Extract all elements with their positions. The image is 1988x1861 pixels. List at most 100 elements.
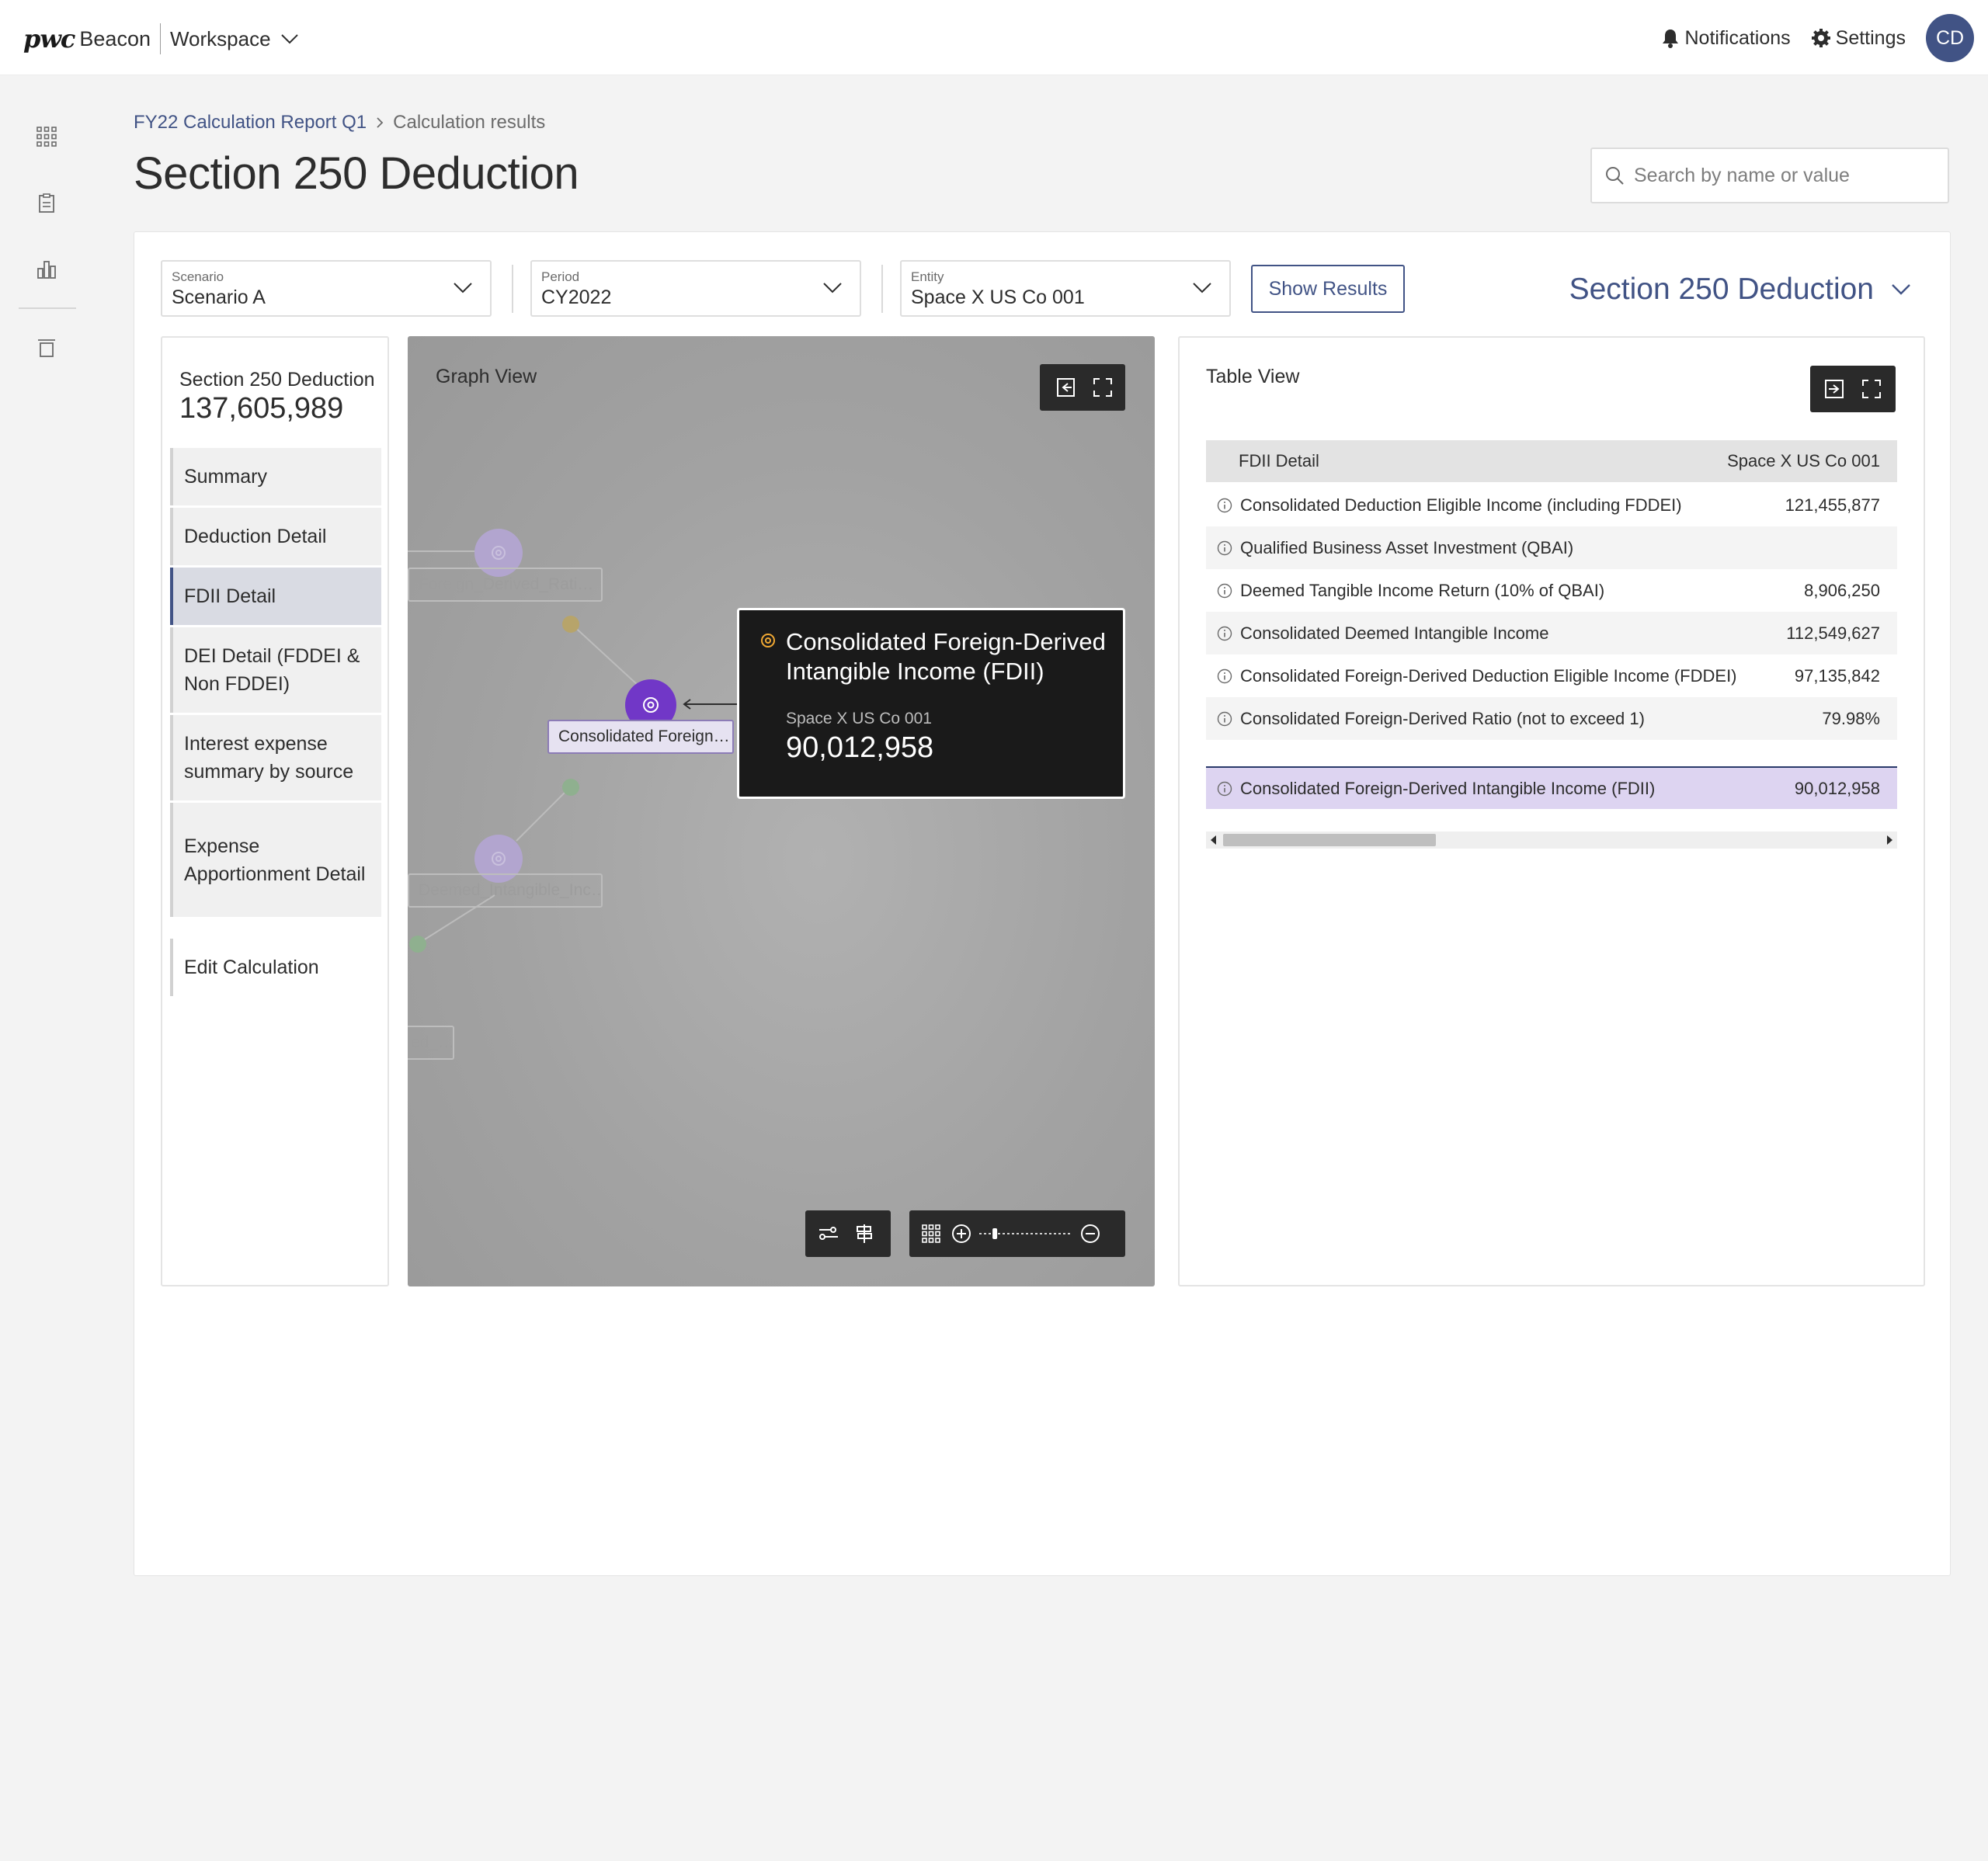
scenario-dropdown[interactable]: Scenario Scenario A	[161, 260, 492, 317]
nav-title: Section 250 Deduction	[179, 369, 375, 391]
nav-item-expense-apportionment[interactable]: Expense Apportionment Detail	[170, 803, 381, 917]
table-row[interactable]: Consolidated Foreign-Derived Ratio (not …	[1206, 697, 1897, 740]
brand-name: Beacon	[79, 26, 151, 50]
apps-grid-icon[interactable]	[34, 124, 59, 149]
filter-divider	[512, 265, 513, 313]
show-results-button[interactable]: Show Results	[1251, 265, 1405, 313]
nav-item-dei-detail[interactable]: DEI Detail (FDDEI & Non FDDEI)	[170, 627, 381, 713]
tooltip-value: 90,012,958	[786, 731, 934, 764]
column-header-entity: Space X US Co 001	[1727, 451, 1880, 470]
info-icon[interactable]	[1217, 781, 1232, 797]
filter-divider	[881, 265, 883, 313]
nav-item-interest-expense[interactable]: Interest expense summary by source	[170, 715, 381, 800]
chevron-down-icon	[454, 283, 472, 293]
archive-icon[interactable]	[34, 335, 59, 360]
tooltip-entity: Space X US Co 001	[786, 710, 932, 727]
filter-icon[interactable]	[818, 1224, 839, 1244]
graph-node-label[interactable]: Deemed_Intangible_Inc…	[408, 873, 603, 908]
table-row[interactable]: Qualified Business Asset Investment (QBA…	[1206, 526, 1897, 569]
detail-nav-panel: Section 250 Deduction 137,605,989 Summar…	[161, 336, 389, 1286]
workspace-switcher[interactable]: Workspace	[170, 27, 271, 51]
search-input[interactable]	[1634, 164, 1929, 187]
graph-node-label[interactable]: ed_…	[408, 1026, 454, 1060]
section-selector[interactable]: Section 250 Deduction	[1569, 273, 1911, 307]
table-row[interactable]: Consolidated Deduction Eligible Income (…	[1206, 484, 1897, 526]
nav-item-label: FDII Detail	[184, 585, 276, 607]
zoom-slider[interactable]	[978, 1224, 1074, 1243]
scroll-right-arrow-icon[interactable]	[1886, 835, 1892, 845]
notifications-button[interactable]: Notifications	[1661, 26, 1791, 50]
graph-connector-dot	[562, 616, 579, 633]
gear-icon	[1811, 29, 1830, 47]
chevron-down-icon	[823, 283, 842, 293]
info-icon[interactable]	[1217, 583, 1232, 599]
column-header-detail: FDII Detail	[1239, 451, 1319, 470]
chevron-down-icon[interactable]	[280, 33, 299, 44]
zoom-out-icon[interactable]	[1080, 1224, 1100, 1244]
info-icon[interactable]	[1217, 711, 1232, 727]
breadcrumb-parent-link[interactable]: FY22 Calculation Report Q1	[134, 112, 367, 134]
fullscreen-icon[interactable]	[1861, 379, 1882, 399]
graph-edges	[408, 550, 745, 944]
period-dropdown[interactable]: Period CY2022	[530, 260, 861, 317]
period-label: Period	[541, 269, 580, 284]
tooltip-title: Consolidated Foreign-Derived Intangible …	[786, 628, 1106, 685]
nav-item-fdii-detail[interactable]: FDII Detail	[170, 568, 381, 625]
collapse-right-icon[interactable]	[1824, 379, 1846, 399]
entity-dropdown[interactable]: Entity Space X US Co 001	[900, 260, 1231, 317]
brand-logo: pwc	[23, 24, 75, 54]
table-row[interactable]: Deemed Tangible Income Return (10% of QB…	[1206, 569, 1897, 612]
brand-divider	[159, 23, 161, 54]
settings-button[interactable]: Settings	[1811, 27, 1906, 50]
zoom-in-icon[interactable]	[951, 1224, 971, 1244]
brand[interactable]: pwc Beacon Workspace	[23, 23, 299, 54]
table-row[interactable]: Consolidated Foreign-Derived Deduction E…	[1206, 654, 1897, 697]
graph-layout-tools	[805, 1210, 891, 1257]
breadcrumb-current: Calculation results	[393, 112, 546, 133]
info-icon[interactable]	[1217, 668, 1232, 684]
breadcrumb: FY22 Calculation Report Q1 Calculation r…	[134, 111, 545, 134]
top-actions: Notifications Settings CD	[1661, 13, 1974, 63]
chevron-down-icon	[1193, 283, 1211, 293]
grid-view-icon[interactable]	[922, 1224, 940, 1243]
row-value: 121,455,877	[1785, 495, 1880, 515]
gear-icon	[643, 697, 659, 713]
entity-value: Space X US Co 001	[911, 286, 1085, 308]
total-value: 90,012,958	[1794, 778, 1880, 798]
nav-item-label: DEI Detail (FDDEI & Non FDDEI)	[184, 645, 360, 695]
nav-item-deduction-detail[interactable]: Deduction Detail	[170, 508, 381, 565]
info-icon[interactable]	[1217, 626, 1232, 641]
nav-item-label: Edit Calculation	[184, 957, 319, 978]
results-card: Scenario Scenario A Period CY2022 Entity…	[134, 231, 1951, 1576]
horizontal-scrollbar[interactable]	[1206, 832, 1897, 849]
period-value: CY2022	[541, 286, 612, 308]
graph-node-label-selected[interactable]: Consolidated Foreign…	[547, 720, 734, 754]
nav-item-edit-calculation[interactable]: Edit Calculation	[170, 939, 381, 996]
info-icon[interactable]	[1217, 540, 1232, 556]
bell-icon	[1663, 30, 1679, 48]
row-value: 112,549,627	[1786, 623, 1880, 643]
signpost-icon[interactable]	[855, 1224, 874, 1244]
section-selector-label: Section 250 Deduction	[1569, 273, 1874, 306]
settings-label: Settings	[1835, 26, 1906, 49]
graph-connector-dot	[409, 936, 426, 953]
row-value: 8,906,250	[1804, 580, 1880, 600]
scroll-left-arrow-icon[interactable]	[1211, 835, 1217, 845]
document-icon[interactable]	[34, 191, 59, 216]
gear-icon	[761, 634, 775, 648]
entity-label: Entity	[911, 269, 944, 284]
graph-view-panel[interactable]: Graph View Foreign_Derived_Rati… Consoli…	[408, 336, 1155, 1286]
search-box[interactable]	[1590, 148, 1949, 203]
nav-item-summary[interactable]: Summary	[170, 448, 381, 505]
info-icon[interactable]	[1217, 498, 1232, 513]
graph-node-label[interactable]: Foreign_Derived_Rati…	[408, 568, 603, 602]
scrollbar-thumb[interactable]	[1223, 834, 1436, 846]
bar-chart-icon[interactable]	[34, 257, 59, 282]
table-total-row[interactable]: Consolidated Foreign-Derived Intangible …	[1206, 766, 1897, 809]
notifications-label: Notifications	[1684, 26, 1791, 49]
avatar[interactable]: CD	[1926, 14, 1974, 62]
gear-icon	[492, 852, 506, 866]
table-row[interactable]: Consolidated Deemed Intangible Income 11…	[1206, 612, 1897, 654]
row-value: 97,135,842	[1794, 665, 1880, 686]
chevron-right-icon	[377, 117, 384, 128]
